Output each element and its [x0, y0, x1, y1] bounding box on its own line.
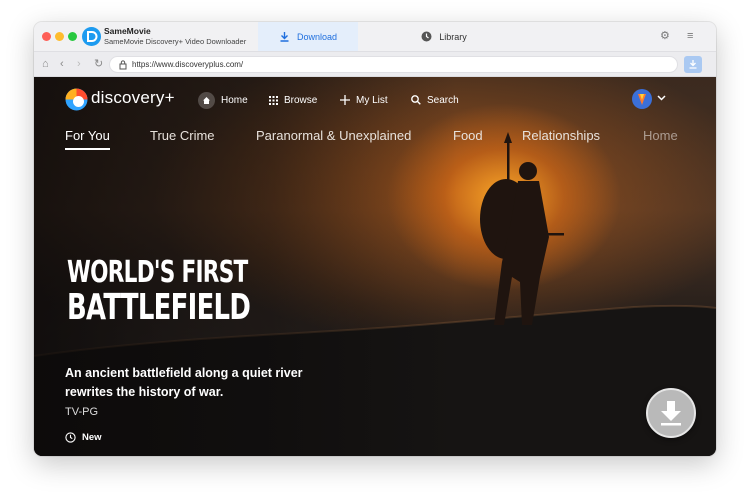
hero-title: WORLD'S FIRST BATTLEFIELD [67, 255, 251, 328]
hero-title-line2: BATTLEFIELD [67, 287, 251, 328]
app-name: SameMovie [104, 26, 151, 36]
nav-browse-label: Browse [284, 94, 318, 106]
tab-download-label: Download [296, 31, 338, 42]
download-icon [280, 32, 289, 42]
category-home[interactable]: Home [643, 128, 678, 143]
nav-home-label: Home [221, 94, 248, 106]
clock-icon [65, 432, 76, 443]
nav-mylist[interactable]: My List [340, 91, 388, 109]
home-icon[interactable]: ⌂ [42, 58, 49, 70]
web-content: discovery+ Home Browse My List Search Fo… [34, 77, 716, 456]
tab-download[interactable]: Download [258, 22, 358, 51]
new-badge: New [65, 432, 102, 443]
category-true-crime[interactable]: True Crime [150, 128, 215, 143]
minimize-window-button[interactable] [55, 32, 64, 41]
samemovie-logo-icon [82, 27, 101, 46]
nav-search-label: Search [427, 94, 459, 106]
active-category-indicator [65, 148, 110, 150]
tab-library-label: Library [439, 31, 467, 42]
reload-icon[interactable]: ↻ [94, 58, 103, 70]
nav-home[interactable]: Home [198, 91, 248, 109]
category-food[interactable]: Food [453, 128, 483, 143]
url-input[interactable]: https://www.discoveryplus.com/ [109, 56, 678, 73]
nav-mylist-label: My List [356, 94, 388, 106]
site-brand[interactable]: discovery+ [91, 88, 175, 108]
maximize-window-button[interactable] [68, 32, 77, 41]
download-button[interactable] [684, 56, 702, 73]
rating-badge: TV-PG [65, 406, 99, 418]
address-bar: ⌂ ‹ › ↻ https://www.discoveryplus.com/ [34, 51, 716, 77]
home-icon [198, 91, 215, 109]
app-window: SameMovie SameMovie Discovery+ Video Dow… [34, 22, 716, 456]
download-fab-icon [661, 401, 681, 426]
hero-title-line1: WORLD'S FIRST [67, 255, 248, 290]
chevron-down-icon[interactable] [657, 93, 666, 104]
forward-icon[interactable]: › [77, 58, 81, 70]
download-fab-button[interactable] [646, 388, 696, 438]
close-window-button[interactable] [42, 32, 51, 41]
avatar[interactable] [632, 89, 652, 109]
search-icon [411, 95, 421, 105]
lock-icon [119, 60, 127, 70]
new-badge-label: New [82, 432, 102, 443]
library-icon [421, 31, 432, 42]
discovery-logo-icon[interactable] [65, 88, 88, 111]
category-for-you[interactable]: For You [65, 128, 110, 143]
title-bar: SameMovie SameMovie Discovery+ Video Dow… [34, 22, 716, 51]
tab-library[interactable]: Library [394, 22, 494, 51]
nav-browse[interactable]: Browse [269, 91, 317, 109]
grid-icon [269, 95, 278, 105]
download-icon [689, 60, 697, 69]
url-text: https://www.discoveryplus.com/ [132, 60, 244, 69]
category-paranormal[interactable]: Paranormal & Unexplained [256, 128, 411, 143]
plus-icon [340, 95, 350, 105]
category-relationships[interactable]: Relationships [522, 128, 600, 143]
hero-description: An ancient battlefield along a quiet riv… [65, 366, 303, 399]
menu-icon[interactable]: ≡ [687, 30, 693, 42]
back-icon[interactable]: ‹ [60, 58, 64, 70]
nav-search[interactable]: Search [411, 91, 459, 109]
app-subtitle: SameMovie Discovery+ Video Downloader [104, 37, 247, 46]
settings-icon[interactable]: ⚙ [660, 30, 670, 42]
